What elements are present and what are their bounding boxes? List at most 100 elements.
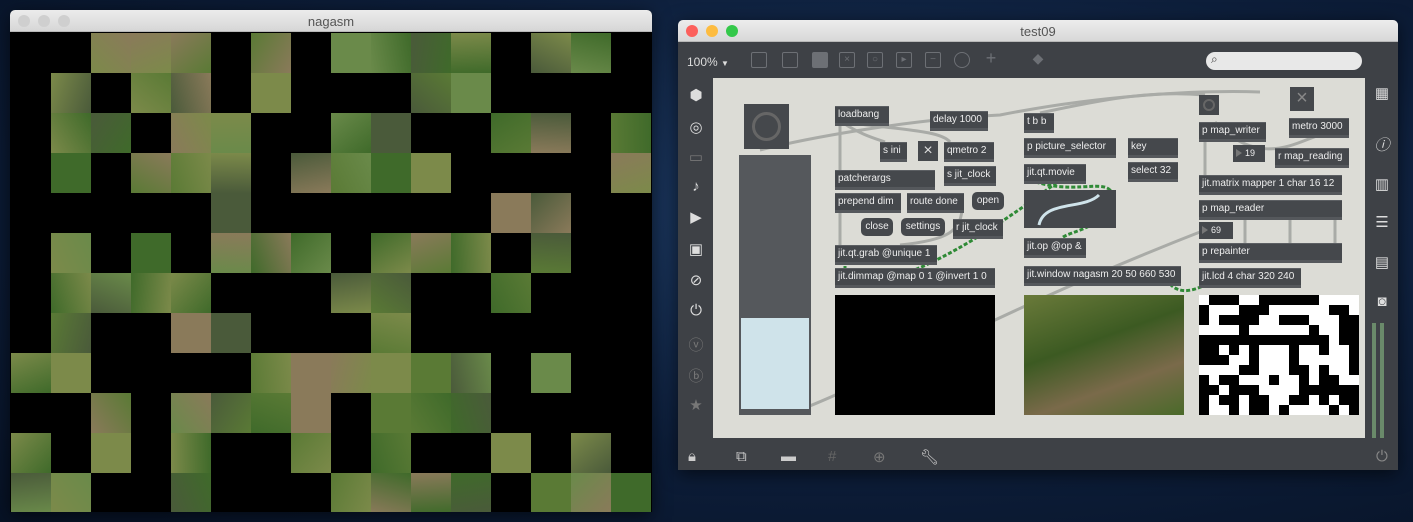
number-box[interactable]: 19 <box>1233 145 1265 162</box>
video-tile <box>211 153 251 193</box>
number-icon[interactable]: ▸ <box>896 52 912 68</box>
dial-icon[interactable] <box>954 52 970 68</box>
grid-icon[interactable]: ▦ <box>1372 84 1392 102</box>
video-tile <box>51 353 91 393</box>
video-tile <box>571 473 611 512</box>
video-tile <box>11 433 51 473</box>
object-key[interactable]: key <box>1128 138 1178 158</box>
object-picture-selector[interactable]: p picture_selector <box>1024 138 1116 158</box>
object-jit-matrix[interactable]: jit.matrix mapper 1 char 16 12 <box>1199 175 1342 195</box>
video-tile <box>371 393 411 433</box>
plug-icon[interactable]: ⏻ <box>686 302 706 319</box>
presentation-icon[interactable]: ⧉ <box>736 448 747 465</box>
book-icon[interactable]: ▥ <box>1372 175 1392 193</box>
object-jit-window[interactable]: jit.window nagasm 20 50 660 530 <box>1024 266 1181 286</box>
object-patcherargs[interactable]: patcherargs <box>835 170 935 190</box>
object-qmetro[interactable]: qmetro 2 <box>944 142 994 162</box>
object-map-reader[interactable]: p map_reader <box>1199 200 1342 220</box>
cube-icon[interactable]: ⬢ <box>686 86 706 104</box>
object-s-jit-clock[interactable]: s jit_clock <box>944 166 996 186</box>
video-tile <box>571 33 611 73</box>
media-icon[interactable]: ▶ <box>686 208 706 226</box>
object-jit-dimmap[interactable]: jit.dimmap @map 0 1 @invert 1 0 <box>835 268 995 288</box>
window-title: nagasm <box>307 14 355 29</box>
object-repainter[interactable]: p repainter <box>1199 243 1342 263</box>
movie-preview <box>1024 295 1184 415</box>
mask-cell <box>1289 365 1299 375</box>
object-loadbang[interactable]: loadbang <box>835 106 889 126</box>
object-route-done[interactable]: route done <box>907 193 964 213</box>
object-jit-lcd[interactable]: jit.lcd 4 char 320 240 <box>1199 268 1301 288</box>
object-jit-op[interactable]: jit.op @op & <box>1024 238 1086 258</box>
toggle[interactable]: × <box>1290 87 1314 111</box>
star-icon[interactable]: ★ <box>686 396 706 414</box>
bang-button[interactable] <box>1199 95 1219 115</box>
message-icon[interactable] <box>782 52 798 68</box>
search-input[interactable]: ⌕ <box>1206 52 1362 70</box>
object-prepend-dim[interactable]: prepend dim <box>835 193 901 213</box>
object-t-b-b[interactable]: t b b <box>1024 113 1054 133</box>
object-r-jit-clock[interactable]: r jit_clock <box>953 219 1003 239</box>
object-delay[interactable]: delay 1000 <box>930 111 988 131</box>
message-close[interactable]: close <box>861 218 893 236</box>
message-settings[interactable]: settings <box>901 218 945 236</box>
mask-cell <box>1199 335 1209 345</box>
vizzie-icon[interactable]: ⓥ <box>686 334 706 355</box>
object-icon[interactable] <box>751 52 767 68</box>
mask-cell <box>1209 355 1219 365</box>
mask-cell <box>1289 315 1299 325</box>
video-tile <box>171 313 211 353</box>
object-jit-qt-movie[interactable]: jit.qt.movie <box>1024 164 1086 184</box>
video-tile <box>411 473 451 512</box>
video-tile <box>251 73 291 113</box>
image-icon[interactable]: ▣ <box>686 240 706 258</box>
mask-cell <box>1349 325 1359 335</box>
screen-icon[interactable]: ▬ <box>781 448 796 465</box>
video-tile <box>51 153 91 193</box>
mask-cell <box>1299 295 1309 305</box>
paperclip-icon[interactable]: ⊘ <box>686 271 706 289</box>
lock-icon[interactable]: 🔒︎ <box>688 448 696 465</box>
reference-icon[interactable]: ▤ <box>1372 253 1392 271</box>
paint-bucket-icon[interactable]: ◆ <box>1030 51 1046 68</box>
function-curve[interactable] <box>1024 190 1116 228</box>
beap-icon[interactable]: ⓑ <box>686 365 706 386</box>
mask-cell <box>1229 295 1239 305</box>
mask-cell <box>1299 395 1309 405</box>
slider-icon[interactable]: − <box>925 52 941 68</box>
object-r-map-reading[interactable]: r map_reading <box>1275 148 1349 168</box>
video-tile <box>131 233 171 273</box>
object-jit-qt-grab[interactable]: jit.qt.grab @unique 1 <box>835 245 937 265</box>
video-tile <box>451 233 491 273</box>
object-select[interactable]: select 32 <box>1128 162 1178 182</box>
grid-snap-icon[interactable]: # <box>828 448 836 465</box>
music-note-icon[interactable]: ♪ <box>686 178 706 195</box>
add-icon[interactable]: ⊕ <box>873 448 886 466</box>
masked-video-output <box>11 33 651 512</box>
toggle[interactable]: × <box>918 141 938 161</box>
list-icon[interactable]: ☰ <box>1372 213 1392 231</box>
object-metro[interactable]: metro 3000 <box>1289 118 1349 138</box>
bang-icon[interactable]: ○ <box>867 52 883 68</box>
plus-icon[interactable]: + <box>983 49 999 68</box>
zoom-menu[interactable]: 100% ▼ <box>687 55 729 69</box>
number-box[interactable]: 69 <box>1199 222 1233 239</box>
mask-cell <box>1279 295 1289 305</box>
info-icon[interactable]: ⓘ <box>1372 134 1392 155</box>
object-s-ini[interactable]: s ini <box>880 142 907 162</box>
rack-icon[interactable]: ▭ <box>686 148 706 166</box>
wrench-icon[interactable]: 🔧︎ <box>920 448 939 466</box>
mask-cell <box>1199 315 1209 325</box>
vertical-slider[interactable] <box>739 155 811 415</box>
toggle-icon[interactable]: × <box>839 52 855 68</box>
video-tile <box>371 273 411 313</box>
comment-icon[interactable] <box>812 52 828 68</box>
circle-target-icon[interactable]: ◎ <box>686 118 706 136</box>
video-tile <box>171 473 211 512</box>
message-open[interactable]: open <box>972 192 1004 210</box>
object-map-writer[interactable]: p map_writer <box>1199 122 1266 142</box>
mask-cell <box>1339 325 1349 335</box>
camera-icon[interactable]: ◙ <box>1372 293 1392 310</box>
bang-button[interactable] <box>744 104 789 149</box>
power-icon[interactable]: ⏻ <box>1376 448 1388 465</box>
